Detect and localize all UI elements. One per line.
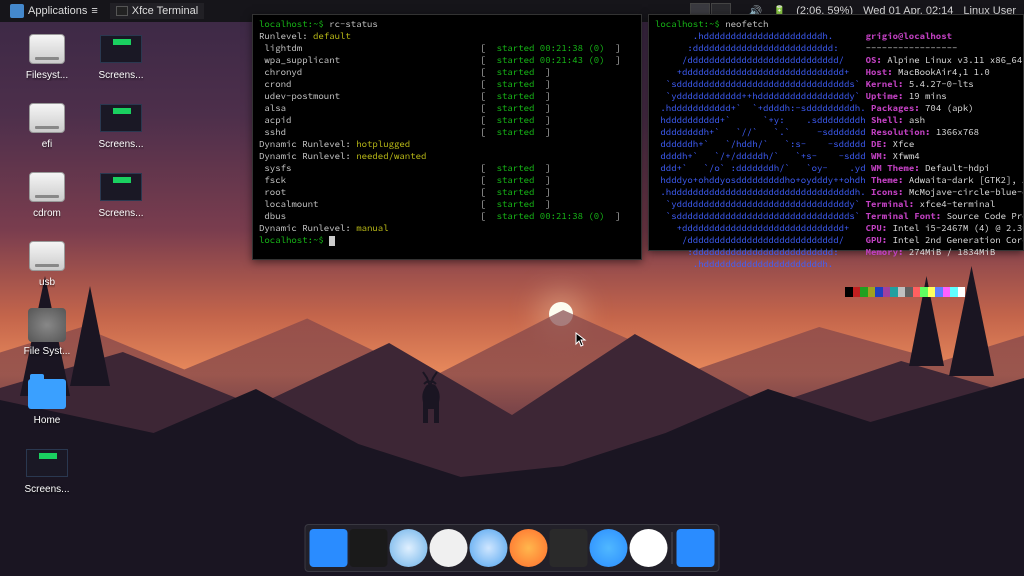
- terminal-window-2[interactable]: localhost:~$ neofetch .hdddddddddddddddd…: [648, 14, 1024, 251]
- dock-item-finder[interactable]: [590, 529, 628, 567]
- dock-item-safari[interactable]: [390, 529, 428, 567]
- icon-label: cdrom: [33, 208, 61, 219]
- task-label: Xfce Terminal: [132, 5, 198, 17]
- desktop-icon-cdrom[interactable]: cdrom: [12, 168, 82, 219]
- icon-label: Filesyst...: [26, 70, 68, 81]
- dock-item-chromium[interactable]: [470, 529, 508, 567]
- terminal-window-1[interactable]: localhost:~$ rc-status Runlevel: default…: [252, 14, 642, 260]
- drive-icon: [26, 168, 68, 206]
- screenshot-icon: [100, 99, 142, 137]
- desktop-icon-screens[interactable]: Screens...: [86, 168, 156, 219]
- icon-label: usb: [39, 277, 55, 288]
- icon-label: Screens...: [98, 139, 143, 150]
- icon-label: Screens...: [98, 208, 143, 219]
- dock: [305, 524, 720, 572]
- desktop-icon-screens[interactable]: Screens...: [12, 444, 82, 495]
- folder-icon: [26, 375, 68, 413]
- icon-label: Screens...: [24, 484, 69, 495]
- desktop-icon-efi[interactable]: efi: [12, 99, 82, 150]
- applications-label: Applications: [28, 5, 87, 17]
- screenshot-icon: [100, 168, 142, 206]
- icon-label: File Syst...: [24, 346, 71, 357]
- icon-label: Screens...: [98, 70, 143, 81]
- terminal-2-content: localhost:~$ neofetch .hdddddddddddddddd…: [649, 15, 1023, 301]
- xfce-logo-icon: [10, 4, 24, 18]
- dock-item-camera[interactable]: [630, 529, 668, 567]
- icon-label: Home: [34, 415, 61, 426]
- dock-item-downloads[interactable]: [677, 529, 715, 567]
- screenshot-icon: [26, 444, 68, 482]
- desktop-icon-filesyst[interactable]: Filesyst...: [12, 30, 82, 81]
- screenshot-icon: [100, 30, 142, 68]
- drive-icon: [26, 99, 68, 137]
- dock-item-htop[interactable]: [350, 529, 388, 567]
- taskbar-item-terminal[interactable]: Xfce Terminal: [110, 3, 204, 19]
- desktop-icon-screens[interactable]: Screens...: [86, 99, 156, 150]
- dock-item-files[interactable]: [310, 529, 348, 567]
- desktop-icon-home[interactable]: Home: [12, 375, 82, 426]
- dock-separator: [672, 532, 673, 564]
- filesys-gear-icon: [26, 306, 68, 344]
- deer-graphic: [400, 366, 460, 436]
- dock-item-firefox[interactable]: [510, 529, 548, 567]
- dock-item-vlc[interactable]: [430, 529, 468, 567]
- desktop-icons-column-1: Filesyst... efi cdrom usb File Syst... Home Sc…: [12, 30, 82, 495]
- applications-menu-button[interactable]: Applications ≡: [4, 2, 104, 20]
- desktop-icons-column-2: Screens... Screens... Screens...: [86, 30, 156, 219]
- icon-label: efi: [42, 139, 53, 150]
- drive-icon: [26, 237, 68, 275]
- desktop-icon-usb[interactable]: usb: [12, 237, 82, 288]
- terminal-1-content: localhost:~$ rc-status Runlevel: default…: [253, 15, 641, 251]
- menu-more-icon: ≡: [91, 5, 97, 17]
- drive-icon: [26, 30, 68, 68]
- color-palette: [845, 287, 965, 297]
- desktop-icon-filesyst[interactable]: File Syst...: [12, 306, 82, 357]
- terminal-icon: [116, 6, 128, 16]
- desktop-icon-screens[interactable]: Screens...: [86, 30, 156, 81]
- dock-item-terminal[interactable]: [550, 529, 588, 567]
